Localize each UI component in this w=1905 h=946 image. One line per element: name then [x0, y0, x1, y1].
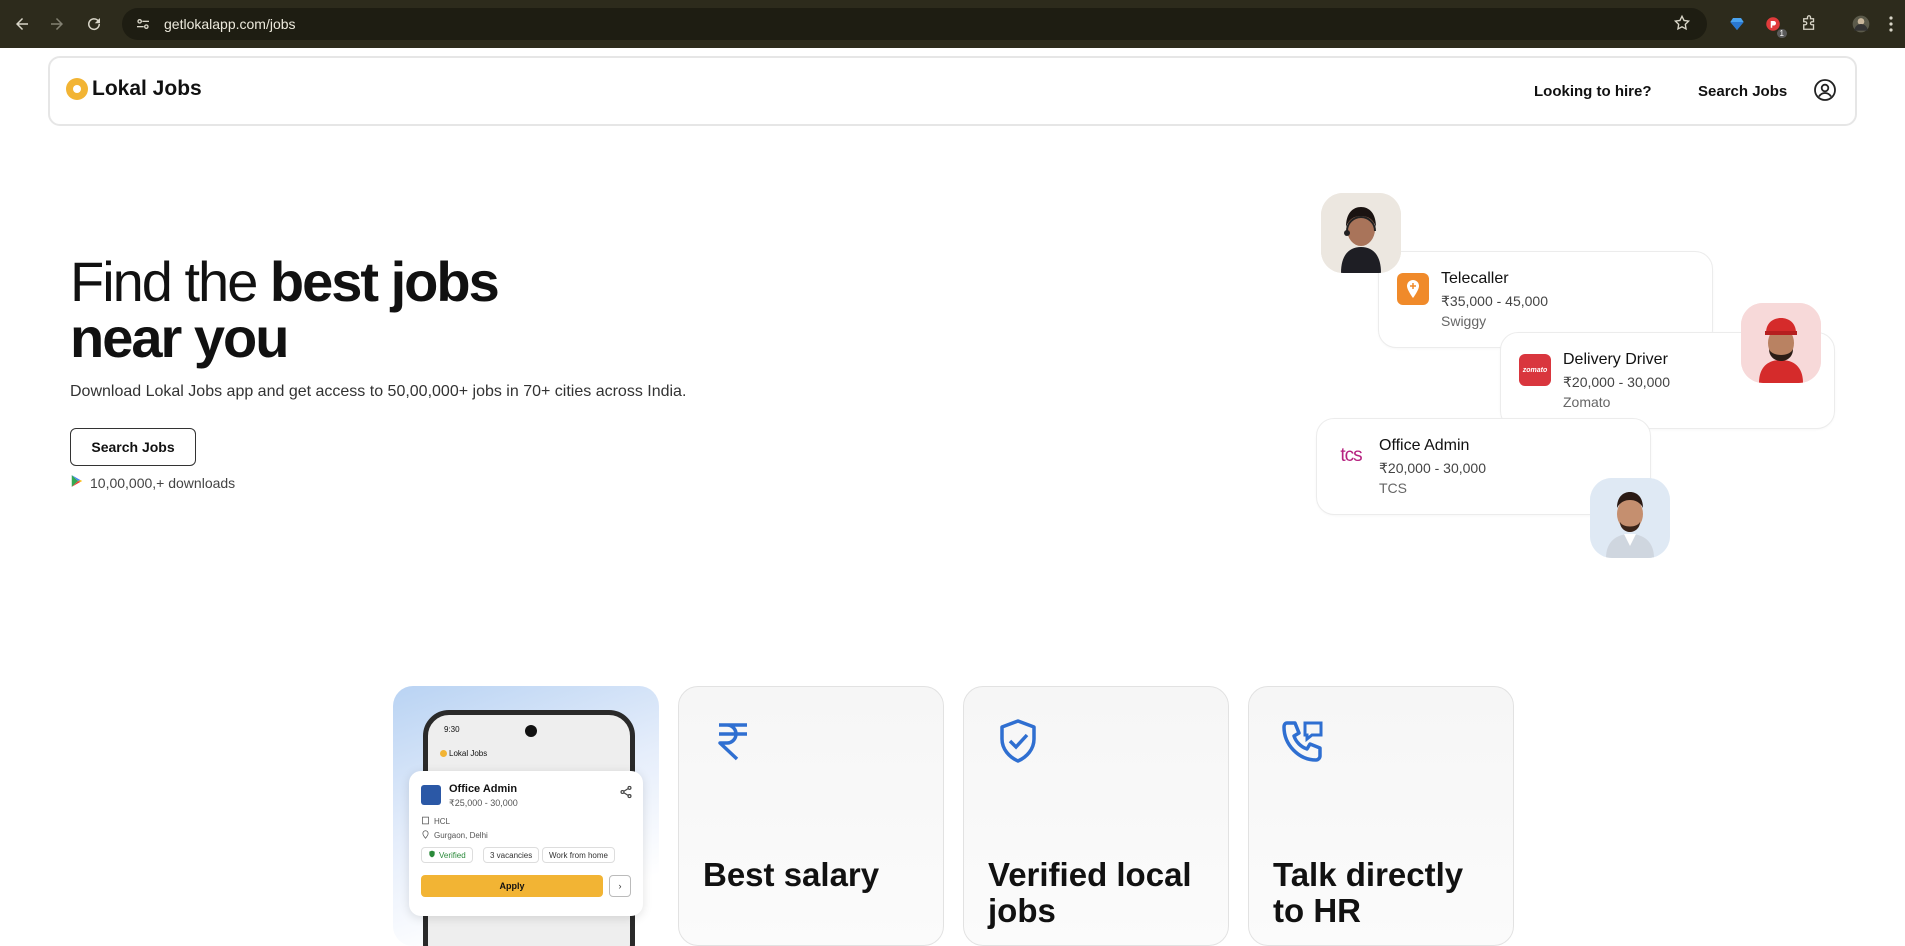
phone-time: 9:30: [444, 725, 460, 734]
popup-job-title: Office Admin: [449, 783, 518, 795]
hero-title: Find the best jobs near you: [70, 254, 500, 369]
swiggy-logo-icon: [1397, 273, 1429, 305]
job-company: Swiggy: [1441, 313, 1487, 329]
bookmark-star-icon[interactable]: [1673, 14, 1693, 34]
location-pin-icon: [421, 830, 430, 841]
job-company: TCS: [1379, 480, 1407, 496]
chip-vacancies: 3 vacancies: [483, 847, 540, 863]
hero-search-jobs-button[interactable]: Search Jobs: [70, 428, 196, 466]
feature-title: Best salary: [703, 856, 880, 893]
feature-card-talk-to-hr: Talk directly to HR: [1248, 686, 1514, 946]
forward-icon[interactable]: [45, 12, 69, 36]
back-icon[interactable]: [10, 12, 34, 36]
zomato-logo-icon: zomato: [1519, 354, 1551, 386]
red-extension-icon[interactable]: 1: [1762, 13, 1787, 38]
chip-work-from-home: Work from home: [542, 847, 615, 863]
apply-button[interactable]: Apply: [421, 875, 603, 897]
job-title: Telecaller: [1441, 270, 1509, 287]
site-header: Lokal Jobs Looking to hire? Search Jobs: [48, 56, 1857, 126]
job-title: Delivery Driver: [1563, 351, 1668, 368]
building-icon: [421, 816, 430, 827]
job-title: Office Admin: [1379, 437, 1470, 454]
popup-salary: ₹25,000 - 30,000: [449, 798, 518, 808]
share-icon[interactable]: [619, 785, 633, 799]
hero-title-light: Find the: [70, 250, 270, 313]
hero-title-bold-2: near you: [70, 306, 289, 369]
browser-toolbar: getlokalapp.com/jobs 1: [0, 0, 1905, 48]
logo-mark-icon: [66, 78, 88, 100]
address-bar[interactable]: getlokalapp.com/jobs: [122, 8, 1707, 40]
logo-text: Lokal Jobs: [92, 77, 202, 100]
job-company: Zomato: [1563, 394, 1611, 410]
next-button[interactable]: ›: [609, 875, 631, 897]
gem-extension-icon[interactable]: [1726, 13, 1748, 35]
verified-check-icon: [428, 850, 436, 860]
office-admin-avatar: [1590, 478, 1670, 558]
downloads-count: 10,00,000,+ downloads: [90, 474, 236, 491]
feature-title: Verified local jobs: [988, 856, 1192, 929]
url-text[interactable]: getlokalapp.com/jobs: [164, 16, 296, 32]
reload-icon[interactable]: [82, 12, 106, 36]
extension-badge: 1: [1776, 29, 1787, 38]
chip-verified: Verified: [421, 847, 473, 863]
tcs-logo-text: tcs: [1340, 445, 1362, 466]
popup-company: HCL: [434, 817, 451, 826]
phone-logo-mark-icon: [440, 750, 447, 757]
hcl-logo-icon: [421, 785, 441, 805]
verified-shield-icon: [994, 717, 1042, 765]
job-salary: ₹35,000 - 45,000: [1441, 293, 1548, 309]
phone-chat-icon: [1279, 717, 1327, 765]
search-jobs-nav-link[interactable]: Search Jobs: [1698, 83, 1787, 100]
hero-title-bold-1: best jobs: [269, 250, 500, 313]
job-salary: ₹20,000 - 30,000: [1563, 374, 1670, 390]
feature-title: Talk directly to HR: [1273, 856, 1464, 929]
downloads-info: 10,00,000,+ downloads: [70, 474, 235, 491]
extensions-puzzle-icon[interactable]: [1798, 13, 1820, 35]
profile-avatar-icon[interactable]: [1850, 13, 1872, 35]
phone-app-logo-text: Lokal Jobs: [449, 749, 488, 758]
zomato-logo-text: zomato: [1522, 366, 1548, 374]
site-settings-icon[interactable]: [134, 15, 152, 33]
popup-company-line: HCL: [421, 816, 450, 827]
tcs-logo-icon: tcs: [1335, 440, 1367, 472]
phone-camera: [525, 725, 537, 737]
telecaller-avatar: [1321, 193, 1401, 273]
menu-dots-icon[interactable]: [1880, 13, 1902, 35]
popup-location-line: Gurgaon, Delhi: [421, 830, 488, 841]
delivery-driver-avatar: [1741, 303, 1821, 383]
play-store-icon: [70, 474, 84, 491]
feature-card-best-salary: Best salary: [678, 686, 944, 946]
account-icon[interactable]: [1813, 78, 1837, 102]
phone-app-logo: Lokal Jobs: [440, 749, 487, 758]
rupee-icon: [709, 717, 757, 765]
chip-verified-label: Verified: [439, 850, 466, 860]
looking-to-hire-link[interactable]: Looking to hire?: [1534, 83, 1652, 100]
feature-card-verified-jobs: Verified local jobs: [963, 686, 1229, 946]
job-popup-card[interactable]: Office Admin ₹25,000 - 30,000 HCL Gurgao…: [409, 771, 643, 916]
hero-subtitle: Download Lokal Jobs app and get access t…: [70, 383, 687, 400]
job-salary: ₹20,000 - 30,000: [1379, 460, 1486, 476]
popup-location: Gurgaon, Delhi: [434, 831, 488, 840]
lokal-jobs-logo[interactable]: Lokal Jobs: [66, 77, 202, 101]
